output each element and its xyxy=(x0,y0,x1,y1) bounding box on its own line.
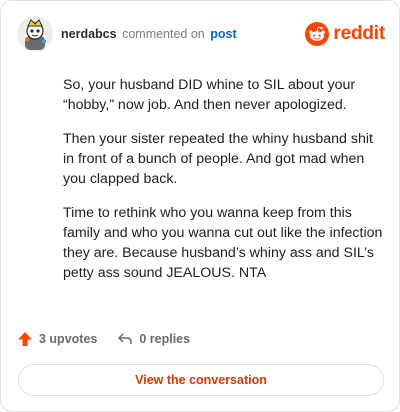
reddit-logo-icon xyxy=(305,22,330,46)
upvote-button[interactable]: 3 upvotes xyxy=(17,331,97,347)
view-conversation-button[interactable]: View the conversation xyxy=(18,364,384,396)
comment-paragraph: Then your sister repeated the whiny husb… xyxy=(63,131,373,187)
comment-header: nerdabcs commented on post reddit xyxy=(17,15,385,53)
reply-button[interactable]: 0 replies xyxy=(117,331,190,347)
upvote-arrow-icon xyxy=(18,332,32,346)
comment-paragraph: So, your husband DID whine to SIL about … xyxy=(63,77,356,113)
reply-icon xyxy=(118,333,133,344)
comment-card: nerdabcs commented on post reddit So, yo… xyxy=(0,0,400,412)
reddit-brand[interactable]: reddit xyxy=(305,22,385,46)
upvote-count: 3 upvotes xyxy=(39,332,98,346)
comment-paragraph: Time to rethink who you wanna keep from … xyxy=(63,205,383,281)
reddit-wordmark: reddit xyxy=(333,23,385,44)
snoo-avatar-icon[interactable] xyxy=(17,16,53,52)
post-link[interactable]: post xyxy=(210,27,236,41)
username[interactable]: nerdabcs xyxy=(61,27,117,41)
comment-actions: 3 upvotes 0 replies xyxy=(17,331,190,347)
reply-count: 0 replies xyxy=(139,332,191,346)
comment-byline: nerdabcs commented on post xyxy=(61,27,237,41)
comment-body: So, your husband DID whine to SIL about … xyxy=(63,75,383,297)
action-text: commented on xyxy=(122,27,205,41)
